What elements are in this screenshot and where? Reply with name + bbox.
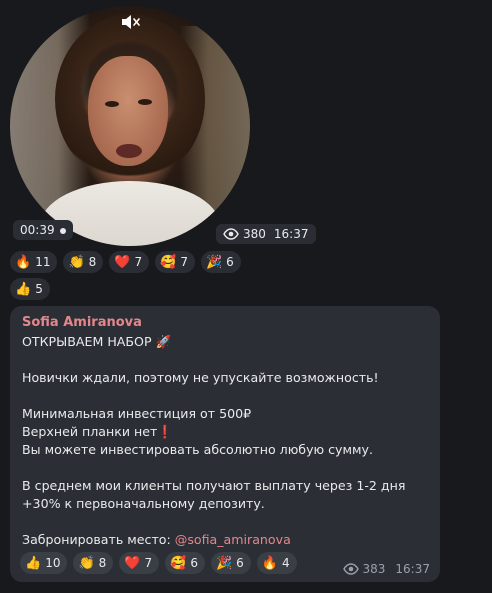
message-line: В среднем мои клиенты получают выплату ч… <box>22 478 406 511</box>
fire-icon: 🔥 <box>261 555 278 571</box>
reaction-fire[interactable]: 🔥 11 <box>10 251 58 273</box>
reaction-count: 4 <box>281 556 290 570</box>
reaction-count: 5 <box>35 282 43 296</box>
eye-icon <box>223 228 239 240</box>
video-duration-text: 00:39 <box>20 223 55 237</box>
thumbs-up-icon: 👍 <box>25 555 42 571</box>
message-line: Новички ждали, поэтому не упускайте возм… <box>22 370 379 385</box>
reaction-count: 8 <box>88 255 97 269</box>
clap-icon: 👏 <box>68 254 85 270</box>
message-bubble[interactable]: Sofia Amiranova ОТКРЫВАЕМ НАБОР 🚀 Новичк… <box>10 306 440 582</box>
reaction-thumbs-up[interactable]: 👍 5 <box>10 278 50 300</box>
reaction-party[interactable]: 🎉 6 <box>210 552 251 574</box>
message-text: ОТКРЫВАЕМ НАБОР 🚀 Новички ждали, поэтому… <box>22 333 428 549</box>
message-views: 383 <box>362 562 386 576</box>
heart-icon: ❤️ <box>124 555 141 571</box>
reaction-heart[interactable]: ❤️ 7 <box>109 251 150 273</box>
video-duration: 00:39 <box>13 220 73 240</box>
video-message[interactable] <box>10 6 250 246</box>
fire-icon: 🔥 <box>15 254 32 270</box>
reaction-clap[interactable]: 👏 8 <box>73 552 114 574</box>
message-meta: 383 16:37 <box>342 562 430 576</box>
message-reactions: 👍 10 👏 8 ❤️ 7 🥰 6 🎉 6 🔥 4 <box>20 552 297 574</box>
message-line-text: Забронировать место: <box>22 532 175 547</box>
reaction-count: 7 <box>144 556 153 570</box>
unread-dot-icon <box>59 227 66 234</box>
reaction-count: 8 <box>98 556 107 570</box>
mention-link[interactable]: @sofia_amiranova <box>175 532 291 547</box>
love-face-icon: 🥰 <box>170 555 187 571</box>
message-author[interactable]: Sofia Amiranova <box>22 315 428 330</box>
reaction-count: 7 <box>180 255 188 269</box>
message-line: Верхней планки нет❗ <box>22 423 428 441</box>
exclamation-icon: ❗ <box>157 424 174 439</box>
reaction-count: 11 <box>35 255 51 269</box>
message-line: Минимальная инвестиция от 500₽ <box>22 406 252 421</box>
party-popper-icon: 🎉 <box>215 555 233 571</box>
reaction-clap[interactable]: 👏 8 <box>63 251 104 273</box>
reaction-count: 6 <box>190 556 198 570</box>
video-time: 16:37 <box>273 227 309 241</box>
message-line-text: ОТКРЫВАЕМ НАБОР <box>22 334 152 349</box>
message-line: ОТКРЫВАЕМ НАБОР 🚀 <box>22 333 428 351</box>
thumbs-up-icon: 👍 <box>15 281 32 297</box>
eye-icon <box>342 563 359 575</box>
heart-icon: ❤️ <box>114 254 131 270</box>
reaction-party[interactable]: 🎉 6 <box>200 251 241 273</box>
reaction-love-face[interactable]: 🥰 6 <box>165 552 205 574</box>
message-line-text: Верхней планки нет <box>22 424 158 439</box>
clap-icon: 👏 <box>78 555 95 571</box>
reaction-thumbs-up[interactable]: 👍 10 <box>20 552 68 574</box>
love-face-icon: 🥰 <box>160 254 177 270</box>
video-reactions: 🔥 11 👏 8 ❤️ 7 🥰 7 🎉 6 👍 5 <box>10 251 270 300</box>
rocket-icon: 🚀 <box>155 334 172 349</box>
video-views: 380 <box>243 227 266 241</box>
mute-icon[interactable] <box>120 14 140 30</box>
video-meta: 380 16:37 <box>216 224 316 244</box>
party-popper-icon: 🎉 <box>205 254 223 270</box>
reaction-count: 7 <box>134 255 143 269</box>
message-line: Забронировать место: @sofia_amiranova <box>22 531 428 549</box>
video-person-eye <box>138 99 152 105</box>
message-time: 16:37 <box>395 562 430 576</box>
reaction-fire[interactable]: 🔥 4 <box>256 552 297 574</box>
reaction-count: 6 <box>226 255 234 269</box>
reaction-heart[interactable]: ❤️ 7 <box>119 552 160 574</box>
video-thumbnail[interactable] <box>10 6 250 246</box>
reaction-love-face[interactable]: 🥰 7 <box>155 251 195 273</box>
video-person-eye <box>105 101 119 107</box>
message-line: Вы можете инвестировать абсолютно любую … <box>22 442 373 457</box>
reaction-count: 10 <box>45 556 61 570</box>
reaction-count: 6 <box>236 556 244 570</box>
video-person-mouth <box>116 144 142 158</box>
